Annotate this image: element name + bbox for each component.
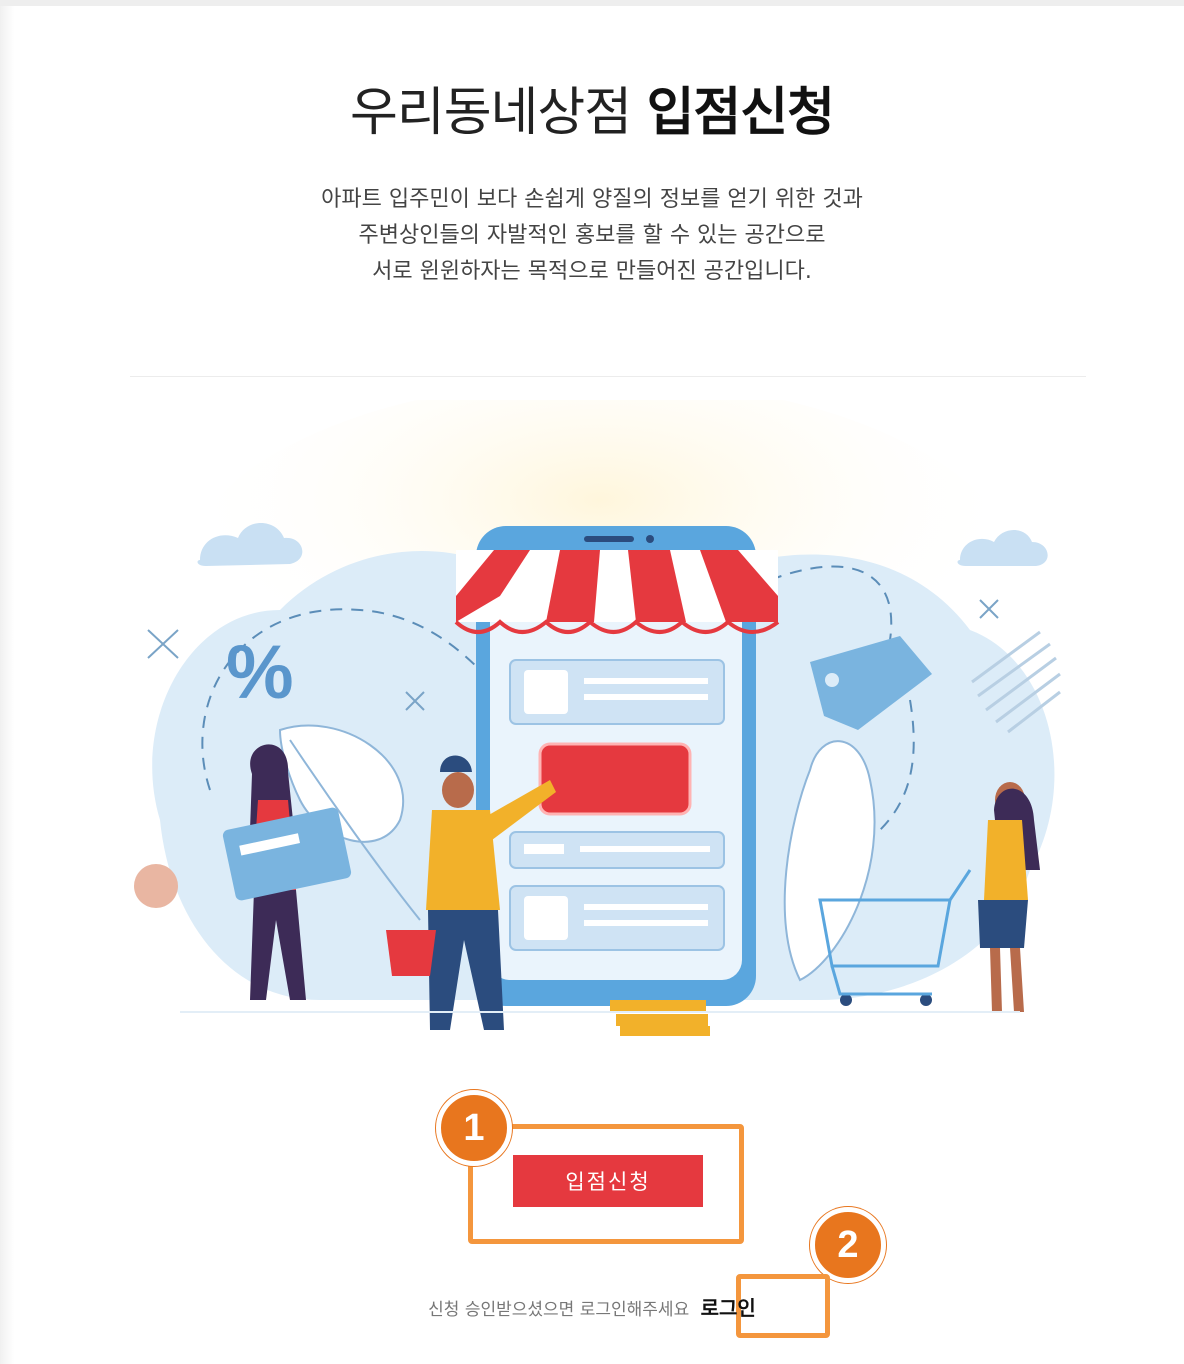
phone-card-2 xyxy=(509,831,725,869)
phone-card-3 xyxy=(509,885,725,951)
phone-card-1 xyxy=(509,659,725,725)
annotation-marker-1: 1 xyxy=(436,1090,512,1166)
shop-illustration: % xyxy=(134,400,1061,1036)
description-line-2: 주변상인들의 자발적인 홍보를 할 수 있는 공간으로 xyxy=(358,223,826,248)
shop-awning xyxy=(454,550,780,634)
login-row: 신청 승인받으셨으면 로그인해주세요 로그인 xyxy=(0,1292,1184,1321)
hatched-dot xyxy=(134,864,178,908)
section-divider xyxy=(130,376,1086,377)
annotation-marker-2: 2 xyxy=(810,1207,886,1283)
coin-stack xyxy=(610,1000,710,1036)
percent-icon: % xyxy=(226,630,294,715)
page-description: 아파트 입주민이 보다 손쉽게 양질의 정보를 얻기 위한 것과 주변상인들의 … xyxy=(0,182,1184,290)
description-line-3: 서로 윈윈하자는 목적으로 만들어진 공간입니다. xyxy=(372,259,812,284)
login-prompt: 신청 승인받으셨으면 로그인해주세요 xyxy=(428,1300,690,1320)
top-edge-bar xyxy=(0,0,1184,6)
login-link[interactable]: 로그인 xyxy=(701,1296,756,1320)
apply-button[interactable]: 입점신청 xyxy=(513,1155,703,1207)
cross-icon xyxy=(147,629,179,659)
page-title-light: 우리동네상점 xyxy=(350,83,632,143)
page-title-bold: 입점신청 xyxy=(646,83,835,143)
page-title: 우리동네상점 입점신청 xyxy=(0,70,1184,145)
phone-highlight-button xyxy=(538,742,692,816)
description-line-1: 아파트 입주민이 보다 손쉽게 양질의 정보를 얻기 위한 것과 xyxy=(321,187,863,212)
